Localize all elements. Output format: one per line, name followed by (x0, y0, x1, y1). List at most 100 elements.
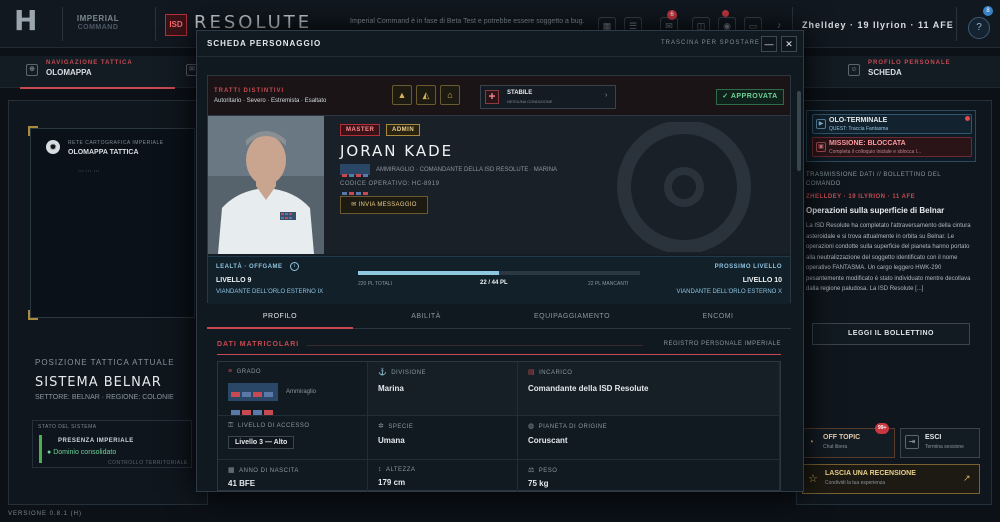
notification-badge: 6 (667, 10, 677, 20)
tab-olomappa[interactable]: ⊕ NAVIGAZIONE TATTICA OLOMAPPA (20, 56, 180, 88)
section-title: DATI MATRICOLARI (217, 341, 300, 348)
rank-plate-icon (228, 383, 278, 415)
position-label: POSIZIONE TATTICA ATTUALE (35, 358, 175, 367)
mission-title: MISSIONE: BLOCCATA (829, 140, 906, 147)
bulletin-date: ZHELLDEY · 19 ILYRION · 11 AFE (806, 194, 916, 200)
holo-title: OLO-TERMINALE (829, 117, 888, 124)
tab-profilo[interactable]: PROFILO (207, 305, 353, 329)
identity-panel: MASTER ADMIN JORAN KADE AMMIRAGLIO · COM… (324, 116, 790, 254)
imperial-command-logo: IMPERIAL COMMAND (76, 14, 120, 31)
version-label: VERSIONE 0.8.1 (H) (8, 511, 83, 517)
peso-cell: ⚖ PESO 75 kg (518, 460, 780, 492)
mission-button[interactable]: ▣ MISSIONE: BLOCCATA Completa il colloqu… (812, 137, 972, 157)
accesso-label-text: LIVELLO DI ACCESSO (237, 423, 310, 429)
quest-sub: QUEST: Traccia Fantasma (829, 126, 889, 132)
character-card: TRATTI DISTINTIVI Autoritario · Severo ·… (207, 75, 791, 304)
read-bulletin-button[interactable]: LEGGI IL BOLLETTINO (812, 323, 970, 345)
off-topic-label: OFF TOPIC (823, 434, 861, 441)
sheet-tabs: PROFILO ABILITÀ EQUIPAGGIAMENTO ENCOMI (207, 305, 791, 329)
corner-decor (28, 310, 38, 320)
tab-abilita[interactable]: ABILITÀ (353, 305, 499, 329)
presence-text: Dominio consolidato (53, 449, 117, 456)
tab-title: SCHEDA (868, 68, 902, 77)
service-record-grid: ≡ GRADO Ammiraglio ⚓ DIVISIONE Marina ▤ INC… (217, 361, 781, 492)
tab-title: OLOMAPPA (46, 68, 92, 77)
corner-decor (28, 126, 38, 136)
sector-info: SETTORE: BELNAR · REGIONE: COLONIE (35, 394, 174, 401)
altezza-value: 179 cm (378, 478, 406, 487)
tab-equipaggiamento[interactable]: EQUIPAGGIAMENTO (499, 305, 645, 329)
presence-label: PRESENZA IMPERIALE (58, 438, 134, 444)
admin-tag: ADMIN (386, 124, 421, 136)
imperial-crest-watermark (617, 122, 751, 252)
review-button[interactable]: ☆ LASCIA UNA RECENSIONE Condividi la tua… (802, 464, 980, 494)
user-icon: ☺ (848, 64, 860, 76)
current-level: LIVELLO 9 (216, 277, 252, 284)
grado-value: Ammiraglio (286, 389, 317, 395)
next-title: VIANDANTE DELL'ORLO ESTERNO X (676, 289, 782, 295)
progress-fill (358, 271, 499, 275)
nascita-value: 41 BFE (228, 479, 256, 488)
specie-label-text: SPECIE (388, 424, 414, 430)
divider (956, 7, 957, 41)
weight-icon: ⚖ (528, 467, 535, 474)
trait-ship-icon[interactable]: ◭ (416, 85, 436, 105)
tab-label: NAVIGAZIONE TATTICA (46, 60, 133, 66)
accesso-value: Livello 3 — Alto (228, 436, 295, 449)
pianeta-label-text: PIANETA DI ORIGINE (538, 424, 608, 430)
next-level-label: PROSSIMO LIVELLO (714, 264, 782, 270)
incarico-cell: ▤ INCARICO Comandante della ISD Resolute (518, 362, 780, 416)
modal-scrollbar[interactable] (797, 91, 801, 171)
modal-header[interactable]: SCHEDA PERSONAGGIO TRASCINA PER SPOSTARE… (197, 31, 803, 57)
chevron-right-icon: › (605, 92, 608, 99)
help-button[interactable]: ? (968, 17, 990, 39)
condition-label: STABILE (507, 90, 533, 96)
condition-button[interactable]: ✚ STABILE NESSUNA CONDIZIONE › (480, 85, 616, 109)
specie-value: Umana (378, 436, 405, 445)
height-icon: ↕ (378, 466, 382, 473)
tactical-map[interactable] (30, 128, 195, 318)
total-pl: 220 PL TOTALI (358, 281, 393, 287)
status-dot (965, 116, 970, 121)
system-name: SISTEMA BELNAR (35, 375, 162, 390)
trait-authority-icon[interactable]: ▲ (392, 85, 412, 105)
divider (62, 7, 63, 41)
system-status: STATO DEL SISTEMA PRESENZA IMPERIALE ● D… (32, 420, 192, 468)
divisione-value: Marina (378, 384, 404, 393)
divider (155, 7, 156, 41)
bulletin: TRASMISSIONE DATI // BOLLETTINO DEL COMA… (806, 171, 976, 295)
arrow-icon: ↗ (963, 473, 971, 483)
bulletin-title: Operazioni sulla superficie di Belnar (806, 206, 945, 215)
grado-label-text: GRADO (236, 369, 262, 375)
incarico-value: Comandante della ISD Resolute (528, 384, 649, 393)
character-name: JORAN KADE (340, 142, 454, 160)
close-button[interactable]: ✕ (781, 36, 797, 52)
nascita-cell: ▦ ANNO DI NASCITA 41 BFE (218, 460, 368, 492)
specie-label: ✲ SPECIE (378, 422, 507, 430)
traits-label: TRATTI DISTINTIVI (214, 88, 285, 94)
off-topic-button[interactable]: ◔ OFF TOPIC Chat libera 99+ (802, 423, 895, 458)
beta-notice: Imperial Command è in fase di Beta Test … (350, 18, 585, 25)
exit-button[interactable]: ⇥ ESCI Termina sessione (900, 428, 980, 458)
division-icon: ⚓ (378, 369, 388, 376)
divisione-label: ⚓ DIVISIONE (378, 368, 507, 376)
tab-encomi[interactable]: ENCOMI (645, 305, 791, 329)
exit-label: ESCI (925, 434, 942, 441)
quest-button[interactable]: ▶ OLO-TERMINALE QUEST: Traccia Fantasma (812, 114, 972, 134)
minimize-button[interactable]: — (761, 36, 777, 52)
divisione-cell: ⚓ DIVISIONE Marina (368, 362, 518, 416)
trait-pillar-icon[interactable]: ⌂ (440, 85, 460, 105)
send-message-button[interactable]: ✉ INVIA MESSAGGIO (340, 196, 428, 214)
dna-icon: ✲ (378, 423, 385, 430)
modal-title: SCHEDA PERSONAGGIO (207, 39, 322, 48)
incarico-label-text: INCARICO (539, 370, 573, 376)
map-title: OLOMAPPA TATTICA (68, 149, 139, 156)
section-registry: REGISTRO PERSONALE IMPERIALE (663, 341, 781, 347)
info-icon[interactable]: i (290, 262, 299, 271)
missing-pl: 22 PL MANCANTI (588, 281, 629, 287)
tab-scheda[interactable]: ☺ PROFILO PERSONALE SCHEDA (842, 56, 982, 88)
rank-insignia-icon (340, 164, 370, 195)
review-label: LASCIA UNA RECENSIONE (825, 470, 916, 477)
imperial-emblem-icon: ✹ (46, 140, 60, 154)
medical-icon: ✚ (485, 90, 499, 104)
